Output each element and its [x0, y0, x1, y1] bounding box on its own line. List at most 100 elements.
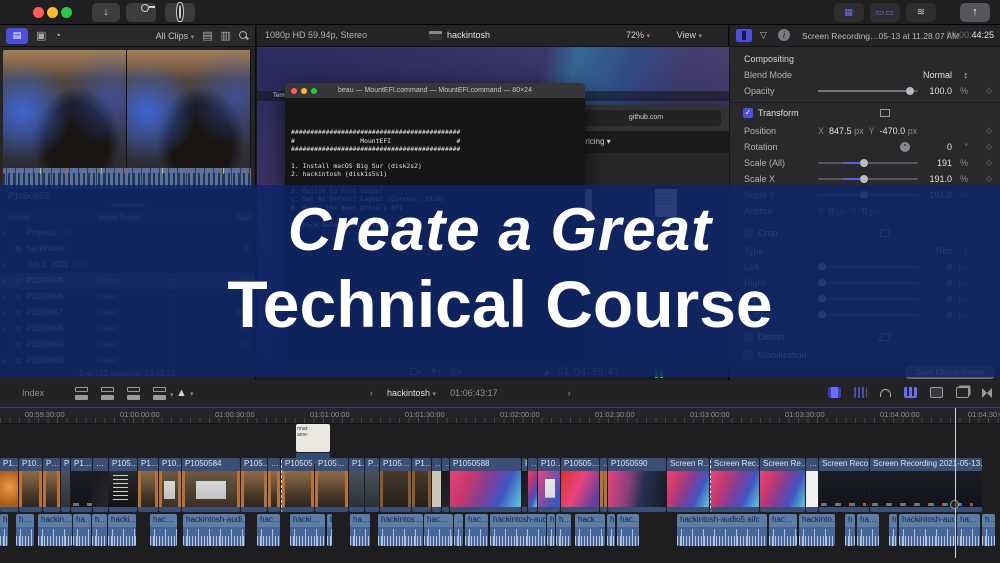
transform-checkbox[interactable]: ✓	[743, 108, 753, 118]
timeline-audio-clip[interactable]: h	[607, 514, 615, 546]
share-button[interactable]: ↑	[960, 3, 990, 22]
show-connections-icon[interactable]	[956, 387, 969, 398]
viewer-view-dropdown[interactable]: View ▾	[677, 30, 702, 40]
transform-onscreen-icon[interactable]	[880, 109, 890, 117]
timeline-audio-clip[interactable]: hac…	[150, 514, 177, 546]
timeline-video-clip[interactable]: P…	[365, 458, 379, 512]
timeline-audio-clip[interactable]: t	[327, 514, 332, 546]
timeline-video-clip[interactable]: P10505…	[281, 458, 314, 512]
clip-filter-dropdown[interactable]: All Clips ▾	[156, 31, 195, 41]
timeline-audio-clip[interactable]: hac…	[769, 514, 797, 546]
show-inspector-button[interactable]: ≋	[906, 3, 936, 22]
rotation-row[interactable]: Rotation 0 ° ◇	[730, 139, 1000, 155]
timeline-video-clip[interactable]: …	[268, 458, 280, 512]
timeline-audio-clip[interactable]: h	[845, 514, 855, 546]
timeline-audio-clip[interactable]: h	[0, 514, 8, 546]
timeline-audio-clip[interactable]: h…	[556, 514, 571, 546]
timeline-video-clip[interactable]: …	[806, 458, 818, 512]
next-project-chevron[interactable]: ›	[568, 388, 571, 398]
timeline-video-clip[interactable]: P1050584	[182, 458, 240, 512]
audio-skimming-icon[interactable]	[854, 387, 867, 398]
libraries-icon[interactable]: ▤	[6, 28, 28, 44]
timeline-video-clip[interactable]: …	[442, 458, 449, 512]
timeline-audio-clip[interactable]: hackinto…	[799, 514, 835, 546]
soundtracks-icon[interactable]: ◔	[54, 30, 61, 42]
timeline-audio-clip[interactable]: ha…	[957, 514, 980, 546]
scale-all-row[interactable]: Scale (All) 191 % ◇	[730, 155, 1000, 171]
timeline-video-clip[interactable]: P10505…	[561, 458, 599, 512]
info-inspector-icon[interactable]: i	[778, 29, 790, 41]
insert-edit-icon[interactable]	[101, 387, 116, 400]
timeline-video-clip[interactable]: P1…	[412, 458, 431, 512]
timeline-project-dropdown[interactable]: hackintosh ▾	[387, 388, 436, 398]
list-view-icon[interactable]: ▥	[221, 29, 231, 42]
timeline-audio-clip[interactable]: h…	[92, 514, 107, 546]
previous-project-chevron[interactable]: ‹	[370, 388, 373, 398]
scale-x-slider[interactable]	[818, 178, 918, 180]
compositing-section-header[interactable]: Compositing	[730, 51, 1000, 67]
timeline-video-clip[interactable]: P1…	[0, 458, 18, 512]
timeline-video-clip[interactable]: …	[528, 458, 537, 512]
viewer-zoom-dropdown[interactable]: 72% ▾	[626, 30, 650, 40]
clip-appearance-icon[interactable]	[930, 387, 943, 398]
record-voiceover-button[interactable]	[165, 3, 195, 22]
stepper-icon[interactable]: ▲▼	[964, 72, 968, 79]
timeline-video-clip[interactable]: P105…	[315, 458, 348, 512]
show-browser-button[interactable]: ▦	[834, 3, 864, 22]
timeline-video-clip[interactable]: P…	[43, 458, 60, 512]
close-window-button[interactable]	[33, 7, 44, 18]
keyframe-diamond-icon[interactable]: ◇	[986, 123, 992, 139]
playhead-handle[interactable]	[950, 500, 959, 509]
keyframe-diamond-icon[interactable]: ◇	[986, 83, 992, 99]
connect-edit-icon[interactable]	[75, 387, 90, 400]
timeline-audio-clip[interactable]: hackintosh-audio5.aifc	[677, 514, 767, 546]
clip-appearance-icon[interactable]: ▤	[202, 29, 212, 42]
timeline-video-clip[interactable]: Screen Reco…	[819, 458, 869, 512]
timeline-audio-clip[interactable]: hackintos…	[378, 514, 423, 546]
timeline-audio-clip[interactable]: hackintosh-aud…	[899, 514, 955, 546]
timeline-index-button[interactable]: Index	[22, 388, 44, 398]
timeline-audio-clip[interactable]: h	[889, 514, 897, 546]
solo-headphones-icon[interactable]	[880, 389, 891, 397]
append-edit-icon[interactable]	[127, 387, 142, 400]
timeline-audio-clip[interactable]: h…	[982, 514, 995, 546]
timeline-video-clip[interactable]: P1…	[71, 458, 92, 512]
timeline-audio-clip[interactable]: hac…	[424, 514, 453, 546]
timeline-audio-clip[interactable]: hac…	[257, 514, 280, 546]
position-row[interactable]: Position X 847.5 px Y -470.0 px ◇	[730, 123, 1000, 139]
clip-filmstrip[interactable]	[3, 50, 251, 168]
timeline-audio-clip[interactable]: h	[547, 514, 555, 546]
import-media-button[interactable]: ↓	[92, 3, 120, 22]
opacity-slider[interactable]	[818, 90, 918, 92]
timeline-zoom-icon[interactable]	[982, 388, 992, 398]
timeline-audio-clip[interactable]: hac…	[617, 514, 639, 546]
transform-section-row[interactable]: ✓ Transform	[730, 105, 1000, 121]
timeline-video-clip[interactable]: Screen Rec…	[710, 458, 759, 512]
timeline-audio-clip[interactable]: h…	[16, 514, 34, 546]
opacity-row[interactable]: Opacity 100.0 % ◇	[730, 83, 1000, 99]
timeline-video-clip[interactable]: P105…	[109, 458, 137, 512]
timeline-video-clip[interactable]: …	[600, 458, 607, 512]
scale-all-slider[interactable]	[818, 162, 918, 164]
timeline-video-clip[interactable]: Screen Re…	[760, 458, 805, 512]
select-tool-dropdown[interactable]: ▲ ▾	[176, 387, 193, 399]
keyframe-diamond-icon[interactable]: ◇	[986, 155, 992, 171]
timeline-video-clip[interactable]: F	[522, 458, 527, 512]
timeline-video-clip[interactable]: P…	[61, 458, 70, 512]
timeline-audio-clip[interactable]: ha…	[857, 514, 879, 546]
effects-filter-icon[interactable]: ▽	[760, 30, 767, 41]
timeline-video-clip[interactable]: Screen R…	[667, 458, 709, 512]
timeline-audio-clip[interactable]: hac…	[465, 514, 488, 546]
timeline-audio-clip[interactable]: hacki…	[108, 514, 136, 546]
search-icon[interactable]	[239, 31, 249, 41]
timeline-video-clip[interactable]: P1050590	[608, 458, 666, 512]
timeline-video-clip[interactable]: P10…	[538, 458, 560, 512]
timeline-video-clip[interactable]: P1050588	[450, 458, 521, 512]
timeline-audio-clip[interactable]: ha…	[73, 514, 91, 546]
timeline-video-clip[interactable]: …	[432, 458, 441, 512]
trim-tool-icon[interactable]	[828, 387, 841, 398]
minimize-window-button[interactable]	[47, 7, 58, 18]
overwrite-edit-icon[interactable]	[153, 387, 168, 400]
edit-options-caret-icon[interactable]: ▾	[170, 391, 174, 399]
keying-button[interactable]	[126, 3, 156, 22]
